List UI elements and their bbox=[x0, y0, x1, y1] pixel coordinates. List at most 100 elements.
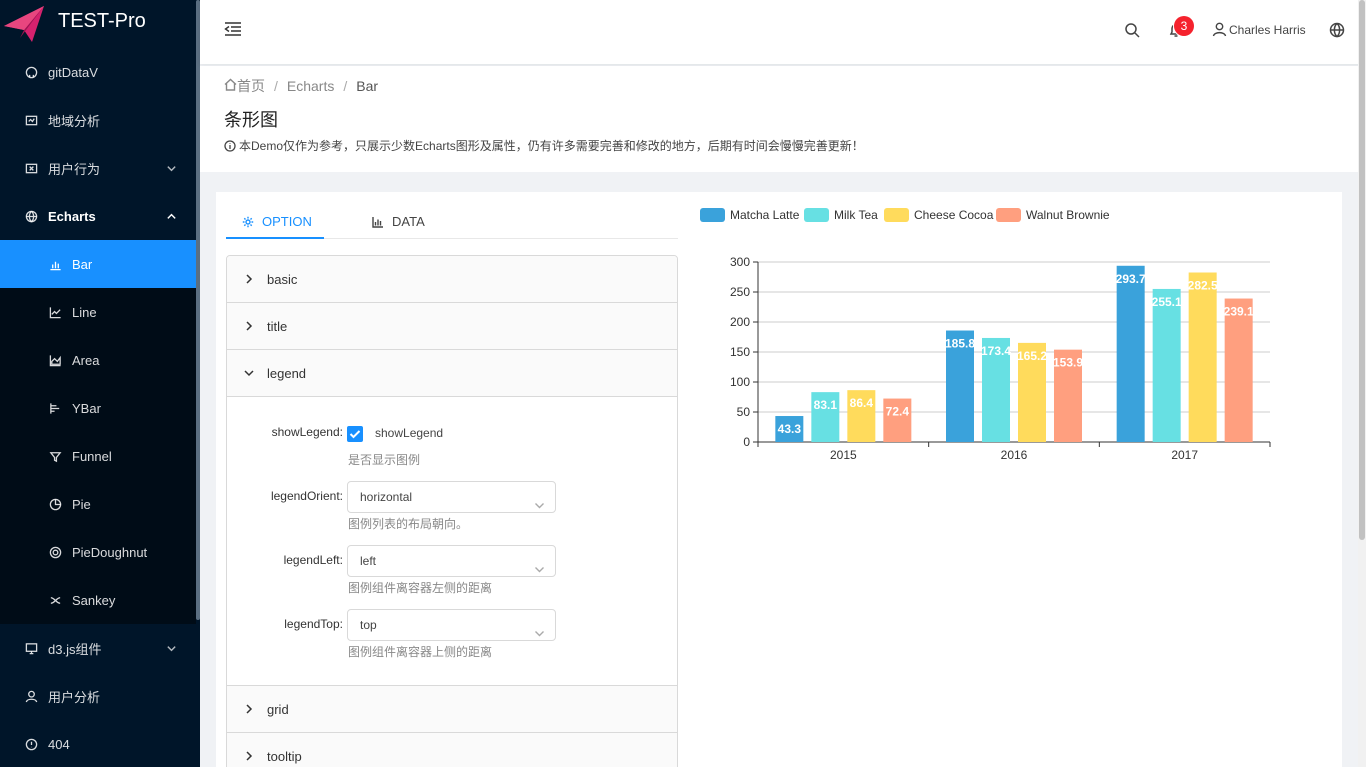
page-title: 条形图 bbox=[224, 110, 278, 130]
data-label-3-0: 72.4 bbox=[886, 405, 910, 419]
sidebar-item-label: d3.js组件 bbox=[48, 641, 102, 657]
legend-left-select[interactable]: left bbox=[347, 545, 556, 577]
legend-swatch-2 bbox=[884, 208, 909, 222]
legend-swatch-0 bbox=[700, 208, 725, 222]
bar-chart-icon bbox=[48, 257, 62, 271]
globe-icon bbox=[24, 209, 38, 223]
tab-option[interactable]: OPTION bbox=[242, 214, 312, 229]
sidebar-item-line[interactable]: Line bbox=[0, 288, 200, 336]
data-label-0-2: 293.7 bbox=[1116, 272, 1146, 286]
legend-panel-body: showLegend: showLegend 是否显示图例 legendOrie… bbox=[227, 397, 677, 686]
area-chart-icon bbox=[48, 353, 62, 367]
content-card: OPTION DATA basic title legend showLegen… bbox=[216, 192, 1342, 767]
data-label-0-1: 185.8 bbox=[945, 337, 975, 351]
chevron-right-icon bbox=[243, 750, 255, 762]
line-chart-icon bbox=[48, 305, 62, 319]
sidebar-item-pie[interactable]: Pie bbox=[0, 480, 200, 528]
sidebar-item-user-analysis[interactable]: 用户分析 bbox=[0, 672, 200, 720]
sidebar-item-piedoughnut[interactable]: PieDoughnut bbox=[0, 528, 200, 576]
sidebar-item-404[interactable]: 404 bbox=[0, 720, 200, 767]
show-legend-help: 是否显示图例 bbox=[348, 453, 421, 467]
chevron-down-icon bbox=[166, 642, 178, 654]
option-data-tabs: OPTION DATA bbox=[226, 200, 678, 239]
sidebar-item-label: Echarts bbox=[48, 208, 96, 224]
sidebar-item-label: Sankey bbox=[72, 592, 116, 608]
search-icon[interactable] bbox=[1124, 22, 1142, 40]
sidebar-item-label: 用户分析 bbox=[48, 689, 101, 705]
sidebar-item-label: YBar bbox=[72, 400, 101, 416]
menu-fold-icon[interactable] bbox=[224, 20, 242, 38]
sidebar-item-area[interactable]: Area bbox=[0, 336, 200, 384]
sidebar-item-label: Bar bbox=[72, 256, 93, 272]
y-tick-label-4: 200 bbox=[730, 315, 750, 329]
sidebar-item-user-behavior[interactable]: 用户行为 bbox=[0, 144, 200, 192]
sidebar-item-d3[interactable]: d3.js组件 bbox=[0, 624, 200, 672]
tab-data[interactable]: DATA bbox=[372, 214, 425, 229]
bar-3-2 bbox=[1224, 298, 1253, 442]
breadcrumb-home[interactable]: 首页 bbox=[237, 76, 265, 96]
page-scrollbar[interactable] bbox=[1358, 0, 1366, 767]
legend-swatch-3 bbox=[996, 208, 1021, 222]
user-icon bbox=[24, 689, 38, 703]
chevron-down-icon bbox=[166, 162, 178, 174]
sidebar-item-funnel[interactable]: Funnel bbox=[0, 432, 200, 480]
behavior-icon bbox=[24, 161, 38, 175]
bar-0-2 bbox=[1116, 265, 1145, 442]
sidebar-item-label: 404 bbox=[48, 736, 70, 752]
bar-chart-icon bbox=[372, 216, 383, 228]
panel-legend[interactable]: legend bbox=[227, 350, 677, 397]
panel-tooltip[interactable]: tooltip bbox=[227, 733, 677, 767]
legend-orient-select[interactable]: horizontal bbox=[347, 481, 556, 513]
user-menu[interactable]: Charles Harris bbox=[1212, 22, 1306, 37]
legend-label-3: Walnut Brownie bbox=[1026, 208, 1110, 222]
legend-top-select[interactable]: top bbox=[347, 609, 556, 641]
x-tick-label-1: 2016 bbox=[1001, 448, 1028, 462]
show-legend-checkbox-label[interactable]: showLegend bbox=[375, 426, 443, 440]
notification-badge: 3 bbox=[1174, 16, 1194, 36]
home-icon[interactable] bbox=[224, 78, 237, 94]
chevron-right-icon bbox=[243, 273, 255, 285]
chevron-right-icon bbox=[243, 703, 255, 715]
sidebar-item-label: Pie bbox=[72, 496, 91, 512]
legend-orient-label: legendOrient: bbox=[270, 489, 343, 503]
panel-basic[interactable]: basic bbox=[227, 256, 677, 303]
warning-icon bbox=[24, 737, 38, 751]
sidebar-item-echarts[interactable]: Echarts bbox=[0, 192, 200, 240]
legend-top-help: 图例组件离容器上侧的距离 bbox=[348, 645, 493, 659]
chevron-down-icon bbox=[534, 556, 545, 573]
breadcrumb: 首页 / Echarts / Bar bbox=[224, 78, 1334, 94]
doughnut-icon bbox=[48, 545, 62, 559]
chevron-right-icon bbox=[243, 320, 255, 332]
panel-title[interactable]: title bbox=[227, 303, 677, 350]
data-label-2-0: 86.4 bbox=[850, 396, 874, 410]
show-legend-checkbox[interactable] bbox=[347, 426, 363, 442]
info-circle-icon bbox=[224, 139, 236, 152]
sidebar-item-gitdatav[interactable]: gitDataV bbox=[0, 48, 200, 96]
y-tick-label-2: 100 bbox=[730, 375, 750, 389]
data-label-1-1: 173.4 bbox=[981, 344, 1011, 358]
legend-label-1: Milk Tea bbox=[834, 208, 878, 222]
breadcrumb-section[interactable]: Echarts bbox=[287, 78, 334, 94]
sankey-icon bbox=[48, 593, 62, 607]
sidebar-item-ybar[interactable]: YBar bbox=[0, 384, 200, 432]
panel-grid[interactable]: grid bbox=[227, 686, 677, 733]
sidebar-item-region[interactable]: 地域分析 bbox=[0, 96, 200, 144]
bar-2-2 bbox=[1188, 272, 1217, 442]
data-label-2-1: 165.2 bbox=[1017, 349, 1047, 363]
legend-left-help: 图例组件离容器左侧的距离 bbox=[348, 581, 493, 595]
user-icon bbox=[1212, 22, 1227, 37]
ybar-chart-icon bbox=[48, 401, 62, 415]
legend-label-0: Matcha Latte bbox=[730, 208, 800, 222]
sidebar-item-sankey[interactable]: Sankey bbox=[0, 576, 200, 624]
sidebar-item-bar[interactable]: Bar bbox=[0, 240, 200, 288]
y-tick-label-0: 0 bbox=[743, 435, 750, 449]
logo[interactable]: TEST-Pro bbox=[0, 0, 200, 48]
x-tick-label-0: 2015 bbox=[830, 448, 857, 462]
language-globe-icon[interactable] bbox=[1329, 22, 1347, 40]
chevron-down-icon bbox=[534, 492, 545, 509]
sidebar-item-label: PieDoughnut bbox=[72, 544, 148, 560]
legend-top-label: legendTop: bbox=[284, 617, 343, 631]
sidebar-item-label: Area bbox=[72, 352, 100, 368]
page-header: 首页 / Echarts / Bar 条形图 本Demo仅作为参考，只展示少数E… bbox=[200, 66, 1358, 172]
echarts-submenu: Bar Line Area YBar Funnel Pie PieDoughnu… bbox=[0, 240, 200, 624]
